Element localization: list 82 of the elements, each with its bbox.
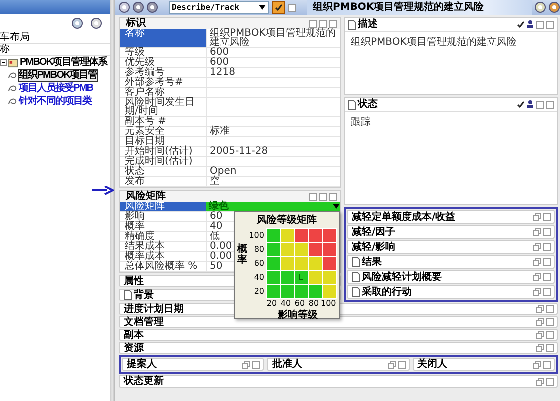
property-value: 1218: [206, 68, 340, 77]
round-tool-icon[interactable]: [119, 2, 130, 13]
restore-icon[interactable]: [242, 360, 250, 368]
property-value: Open: [206, 167, 340, 176]
note-icon: [348, 20, 356, 30]
record-title: 组织PMBOK项目管理规范的建立风险: [307, 0, 532, 15]
check-button[interactable]: [272, 1, 285, 14]
panel-text: 跟踪: [351, 116, 371, 129]
section-title: 资源: [124, 342, 144, 354]
axis-tick: 20: [266, 299, 278, 308]
section-title: 采取的行动: [352, 286, 412, 298]
section-title: 风险矩阵: [126, 190, 166, 202]
axis-label: 影响等级: [278, 308, 318, 322]
section-title: 副本: [124, 330, 144, 340]
grid-icon[interactable]: [309, 192, 317, 200]
maximize-icon[interactable]: [252, 360, 260, 368]
axis-tick: 40: [253, 272, 264, 284]
section-title: 结果: [352, 256, 382, 268]
check-icon[interactable]: [517, 20, 525, 28]
property-value: 2005-11-28: [206, 147, 340, 156]
pointer-arrow: [92, 186, 114, 195]
axis-tick: 80: [308, 299, 320, 308]
panel-title: 描述: [348, 19, 378, 30]
axis-tick: 40: [280, 299, 292, 308]
section-title: 提案人: [127, 359, 157, 370]
tree-item[interactable]: 针对不同的项目类: [18, 95, 93, 108]
axis-tick: 100: [321, 299, 335, 308]
caret-icon: [259, 5, 266, 10]
section-title: 文档管理: [124, 316, 164, 328]
section-title: 批准人: [272, 359, 302, 370]
section-title: 关闭人: [418, 359, 448, 370]
maximize-icon[interactable]: [546, 100, 554, 108]
panel-title: 状态: [348, 99, 378, 110]
axis-tick: 60: [294, 299, 306, 308]
list-icon[interactable]: [288, 4, 296, 12]
round-tool-icon[interactable]: [72, 18, 83, 28]
person-icon[interactable]: [527, 20, 534, 29]
folder-icon: [8, 58, 18, 68]
check-icon[interactable]: [274, 4, 282, 12]
collapse-toggle[interactable]: [0, 59, 7, 66]
note-icon: [348, 100, 356, 110]
maximize-icon[interactable]: [329, 20, 337, 28]
property-value: 组织PMBOK项目管理规范的建立风险: [206, 29, 340, 47]
section-title: 减轻/影响: [352, 242, 396, 252]
section-title: 减轻/因子: [352, 226, 396, 238]
property-value: 标准: [206, 127, 340, 136]
property-value: 600: [206, 58, 340, 67]
check-icon[interactable]: [517, 100, 525, 108]
view-select[interactable]: Describe/Track: [169, 1, 269, 14]
caret-icon: [333, 204, 340, 209]
maximize-icon[interactable]: [398, 360, 406, 368]
round-tool-icon[interactable]: [535, 2, 546, 13]
axis-tick: 100: [248, 230, 264, 242]
property-label[interactable]: 风险矩阵: [120, 202, 206, 211]
matrix-cell: L: [294, 271, 308, 284]
minimize-icon[interactable]: [319, 192, 327, 200]
section-title: 风险减轻计划概要: [352, 272, 442, 282]
round-tool-icon[interactable]: [549, 2, 560, 13]
maximize-icon[interactable]: [546, 378, 554, 386]
axis-tick: 20: [253, 286, 264, 298]
panel-text: 组织PMBOK项目管理规范的建立风险: [351, 36, 517, 49]
section-title: 减轻定单额度成本/收益: [352, 212, 456, 222]
maximize-icon[interactable]: [546, 20, 554, 28]
section-title: 进度计划日期: [124, 304, 184, 314]
property-value: 空: [206, 177, 340, 186]
minimize-icon[interactable]: [319, 20, 327, 28]
property-label[interactable]: 名称: [120, 29, 206, 47]
tree-item[interactable]: PMBOK项目管理体系: [19, 56, 108, 69]
section-title: 背景: [124, 290, 154, 300]
section-title: 属性: [124, 276, 144, 286]
grid-icon[interactable]: [309, 20, 317, 28]
restore-icon[interactable]: [388, 360, 396, 368]
person-icon[interactable]: [527, 100, 534, 109]
maximize-icon[interactable]: [329, 192, 337, 200]
round-tool-icon[interactable]: [147, 2, 158, 13]
section-title: 标识: [126, 18, 146, 28]
section-title: 状态更新: [124, 376, 164, 387]
restore-icon[interactable]: [536, 378, 544, 386]
round-tool-icon[interactable]: [91, 18, 102, 28]
tree-item[interactable]: 项目人员接受PMB: [18, 82, 94, 95]
round-tool-icon[interactable]: [133, 2, 144, 13]
property-value: 600: [206, 48, 340, 57]
